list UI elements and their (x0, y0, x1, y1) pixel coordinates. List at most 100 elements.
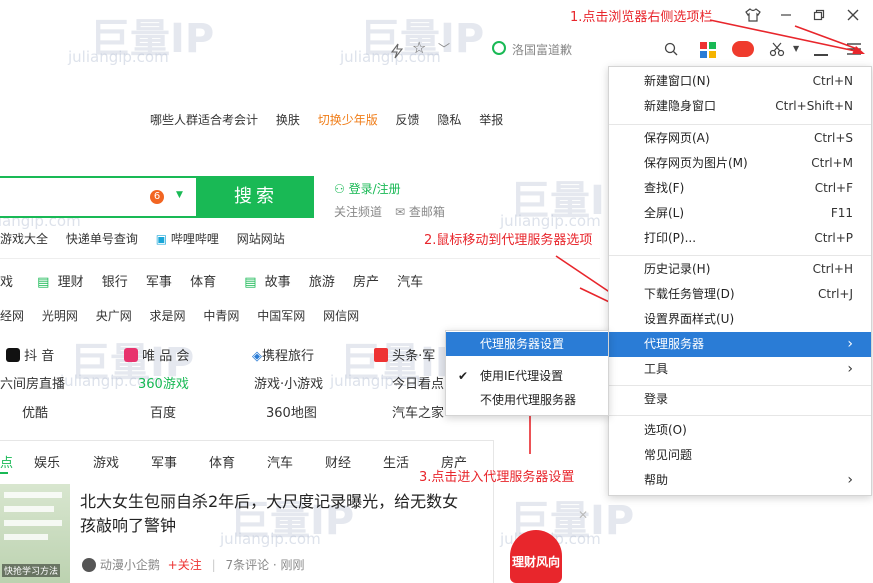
menu-item-downloads[interactable]: 下载任务管理(D) Ctrl+J (609, 282, 871, 307)
lightning-icon[interactable] (386, 40, 408, 62)
menu-item-login[interactable]: 登录 (609, 387, 871, 412)
menu-item-proxy[interactable]: 代理服务器 › (609, 332, 871, 357)
mail-link[interactable]: ✉ 查邮箱 (395, 203, 445, 220)
menu-item-save-page[interactable]: 保存网页(A) Ctrl+S (609, 126, 871, 151)
news-tab[interactable]: 军事 (151, 452, 177, 471)
follow-channel-link[interactable]: 关注频道 (334, 203, 382, 220)
menu-separator (609, 415, 871, 416)
news-headline[interactable]: 北大女生包丽自杀2年后，大尺度记录曝光，给无数女孩敲响了警钟 (80, 490, 472, 538)
menu-item-options[interactable]: 选项(O) (609, 418, 871, 443)
app-link[interactable]: 六间房直播 (0, 373, 65, 392)
app-toutiao[interactable]: 头条·军 (374, 345, 435, 364)
chevron-right-icon: › (847, 472, 853, 488)
quick-link[interactable]: 网站网站 (237, 232, 285, 246)
address-search-placeholder: 洛国富道歉 (512, 43, 573, 57)
menu-item-help[interactable]: 帮助 › (609, 468, 871, 493)
chevron-down-icon[interactable]: ﹀ (438, 40, 450, 57)
news-tab[interactable]: 娱乐 (34, 452, 60, 471)
quick-link[interactable]: 快递单号查询 (66, 232, 138, 246)
category-link[interactable]: 故事 (265, 275, 291, 290)
top-link[interactable]: 隐私 (437, 113, 461, 127)
news-tab-active[interactable]: 点 (0, 452, 13, 471)
media-link[interactable]: 网信网 (323, 309, 359, 323)
media-links: 经网 光明网 央广网 求是网 中青网 中国军网 网信网 (0, 307, 359, 324)
menu-item-incognito[interactable]: 新建隐身窗口 Ctrl+Shift+N (609, 94, 871, 119)
watermark: 巨量IP (90, 16, 215, 62)
media-link[interactable]: 求是网 (150, 309, 186, 323)
category-link[interactable]: 理财 (58, 275, 84, 290)
follow-button[interactable]: +关注 (168, 558, 202, 572)
category-link[interactable]: 银行 (102, 275, 128, 290)
search-button[interactable]: 搜索 (198, 176, 314, 218)
category-link[interactable]: 汽车 (397, 275, 423, 290)
chevron-down-icon[interactable]: ▼ (176, 190, 183, 200)
ctrip-icon: ◈ (252, 349, 262, 364)
news-thumbnail[interactable]: 快抢学习方法 (0, 484, 70, 583)
category-link[interactable]: 戏 (0, 275, 13, 290)
menu-item-history[interactable]: 历史记录(H) Ctrl+H (609, 257, 871, 282)
media-link[interactable]: 光明网 (42, 309, 78, 323)
close-icon[interactable]: ✕ (578, 508, 588, 522)
menu-item-tools[interactable]: 工具 › (609, 357, 871, 382)
menu-item-save-image[interactable]: 保存网页为图片(M) Ctrl+M (609, 151, 871, 176)
menu-item-fullscreen[interactable]: 全屏(L) F11 (609, 201, 871, 226)
app-douyin[interactable]: 抖 音 (6, 345, 54, 364)
top-link-kids[interactable]: 切换少年版 (318, 113, 378, 127)
annotation-arrow-1 (709, 19, 865, 54)
proxy-submenu: 代理服务器设置 ✔ 使用IE代理设置 不使用代理服务器 (445, 330, 609, 416)
hot-badge: 6 (150, 190, 164, 204)
annotation-step2: 2.鼠标移动到代理服务器选项 (424, 233, 593, 248)
promo-badge[interactable]: 理财风向 (510, 530, 562, 583)
top-links: 哪些人群适合考会计 换肤 切换少年版 反馈 隐私 举报 (150, 111, 503, 128)
media-link[interactable]: 央广网 (96, 309, 132, 323)
category-link[interactable]: 军事 (146, 275, 172, 290)
news-tab[interactable]: 生活 (383, 452, 409, 471)
top-link[interactable]: 换肤 (276, 113, 300, 127)
quick-link[interactable]: ▣ 哔哩哔哩 (156, 232, 219, 246)
submenu-item-proxy-settings[interactable]: 代理服务器设置 (446, 332, 608, 356)
app-link[interactable]: 汽车之家 (392, 402, 444, 421)
menu-item-ui-style[interactable]: 设置界面样式(U) (609, 307, 871, 332)
menu-item-new-window[interactable]: 新建窗口(N) Ctrl+N (609, 69, 871, 94)
app-link[interactable]: 今日看点 (392, 373, 444, 392)
app-link[interactable]: 360游戏 (138, 373, 189, 392)
news-tab[interactable]: 游戏 (93, 452, 119, 471)
menu-item-find[interactable]: 查找(F) Ctrl+F (609, 176, 871, 201)
search-icon[interactable] (660, 38, 682, 60)
submenu-item-no-proxy[interactable]: 不使用代理服务器 (446, 388, 608, 412)
menu-item-print[interactable]: 打印(P)... Ctrl+P (609, 226, 871, 251)
media-link[interactable]: 中国军网 (257, 309, 305, 323)
address-search[interactable]: 洛国富道歉 (480, 36, 650, 62)
top-link[interactable]: 哪些人群适合考会计 (150, 113, 258, 127)
chevron-right-icon: › (847, 336, 853, 352)
chevron-right-icon: › (847, 361, 853, 377)
top-link[interactable]: 反馈 (396, 113, 420, 127)
quick-link[interactable]: 游戏大全 (0, 232, 48, 246)
star-icon[interactable]: ☆ (412, 38, 426, 57)
news-author[interactable]: 动漫小企鹅 (100, 558, 160, 572)
app-link[interactable]: 优酷 (22, 402, 48, 421)
media-link[interactable]: 经网 (0, 309, 24, 323)
category-link[interactable]: 体育 (190, 275, 216, 290)
app-link[interactable]: 游戏·小游戏 (254, 373, 323, 392)
news-tab[interactable]: 汽车 (267, 452, 293, 471)
category-link[interactable]: 房产 (353, 275, 379, 290)
category-link[interactable]: 旅游 (309, 275, 335, 290)
news-tab[interactable]: 体育 (209, 452, 235, 471)
media-link[interactable]: 中青网 (203, 309, 239, 323)
submenu-item-use-ie-proxy[interactable]: ✔ 使用IE代理设置 (446, 364, 608, 388)
check-icon: ✔ (458, 369, 469, 383)
login-link[interactable]: ⚇ 登录/注册 (334, 180, 401, 197)
menu-item-faq[interactable]: 常见问题 (609, 443, 871, 468)
vip-icon (124, 348, 138, 362)
menu-separator (609, 124, 871, 125)
story-icon: ▤ (244, 275, 257, 290)
watermark-domain: juliangip.com (500, 212, 601, 230)
top-link[interactable]: 举报 (479, 113, 503, 127)
news-tab[interactable]: 财经 (325, 452, 351, 471)
search-input[interactable]: 6 ▼ (0, 176, 198, 218)
app-link[interactable]: 360地图 (266, 402, 317, 421)
app-ctrip[interactable]: ◈携程旅行 (252, 345, 314, 364)
app-vip[interactable]: 唯 品 会 (124, 345, 189, 364)
app-link[interactable]: 百度 (150, 402, 176, 421)
